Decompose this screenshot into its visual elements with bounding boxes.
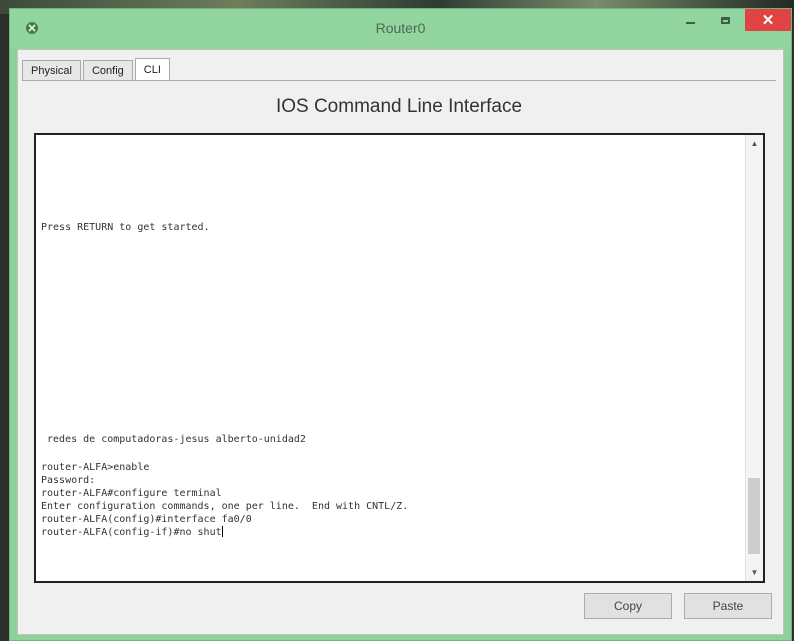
tab-physical[interactable]: Physical — [22, 60, 81, 81]
maximize-button[interactable] — [710, 9, 740, 31]
console-output[interactable]: Press RETURN to get started. redes de co… — [41, 141, 746, 577]
console-line: redes de computadoras-jesus alberto-unid… — [41, 434, 306, 445]
tab-bar: Physical Config CLI — [22, 58, 172, 81]
console-line: router-ALFA#configure terminal — [41, 488, 222, 499]
text-cursor — [221, 526, 223, 537]
cli-console[interactable]: Press RETURN to get started. redes de co… — [34, 133, 765, 583]
console-current-input: router-ALFA(config-if)#no shut — [41, 527, 222, 538]
copy-button[interactable]: Copy — [584, 593, 672, 619]
window-client-area: Physical Config CLI IOS Command Line Int… — [17, 49, 784, 635]
tab-cli[interactable]: CLI — [134, 58, 170, 81]
console-line: Enter configuration commands, one per li… — [41, 501, 409, 512]
scroll-down-arrow-icon[interactable]: ▼ — [746, 564, 763, 581]
console-line: router-ALFA>enable — [41, 462, 150, 473]
cli-panel: IOS Command Line Interface Press RETURN … — [22, 80, 776, 629]
scroll-thumb[interactable] — [748, 478, 760, 554]
tab-config[interactable]: Config — [82, 60, 133, 81]
router-window: Router0 ✕ Physical Config CLI IOS Comman… — [9, 8, 792, 641]
paste-button[interactable]: Paste — [684, 593, 772, 619]
title-bar[interactable]: Router0 ✕ — [10, 9, 791, 49]
console-scrollbar[interactable]: ▲ ▼ — [745, 135, 763, 581]
panel-heading: IOS Command Line Interface — [275, 96, 523, 117]
console-line: router-ALFA(config)#interface fa0/0 — [41, 514, 252, 525]
close-button[interactable]: ✕ — [745, 9, 791, 31]
console-line: Press RETURN to get started. — [41, 222, 210, 233]
console-prompt-line[interactable]: router-ALFA(config-if)#no shut — [41, 526, 223, 539]
scroll-up-arrow-icon[interactable]: ▲ — [746, 135, 763, 152]
window-title: Router0 — [375, 20, 426, 36]
minimize-button[interactable] — [675, 9, 705, 31]
console-line: Password: — [41, 475, 96, 486]
close-icon: ✕ — [761, 11, 775, 29]
